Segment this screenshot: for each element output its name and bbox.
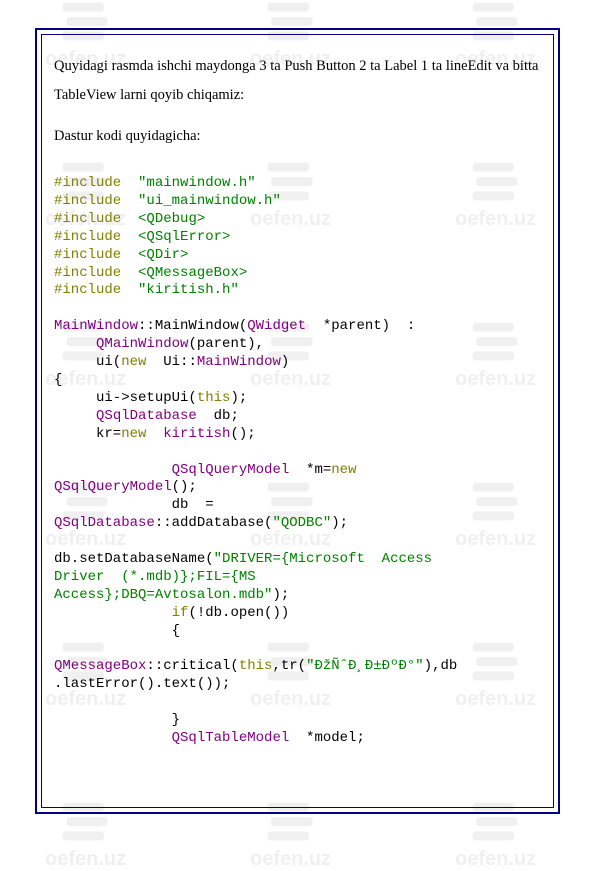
code-block: #include "mainwindow.h"#include "ui_main… xyxy=(54,175,541,748)
paragraph-2: Dastur kodi quyidagicha: xyxy=(54,122,541,151)
page-content: Quyidagi rasmda ishchi maydonga 3 ta Pus… xyxy=(52,52,543,790)
paragraph-1: Quyidagi rasmda ishchi maydonga 3 ta Pus… xyxy=(54,52,541,110)
